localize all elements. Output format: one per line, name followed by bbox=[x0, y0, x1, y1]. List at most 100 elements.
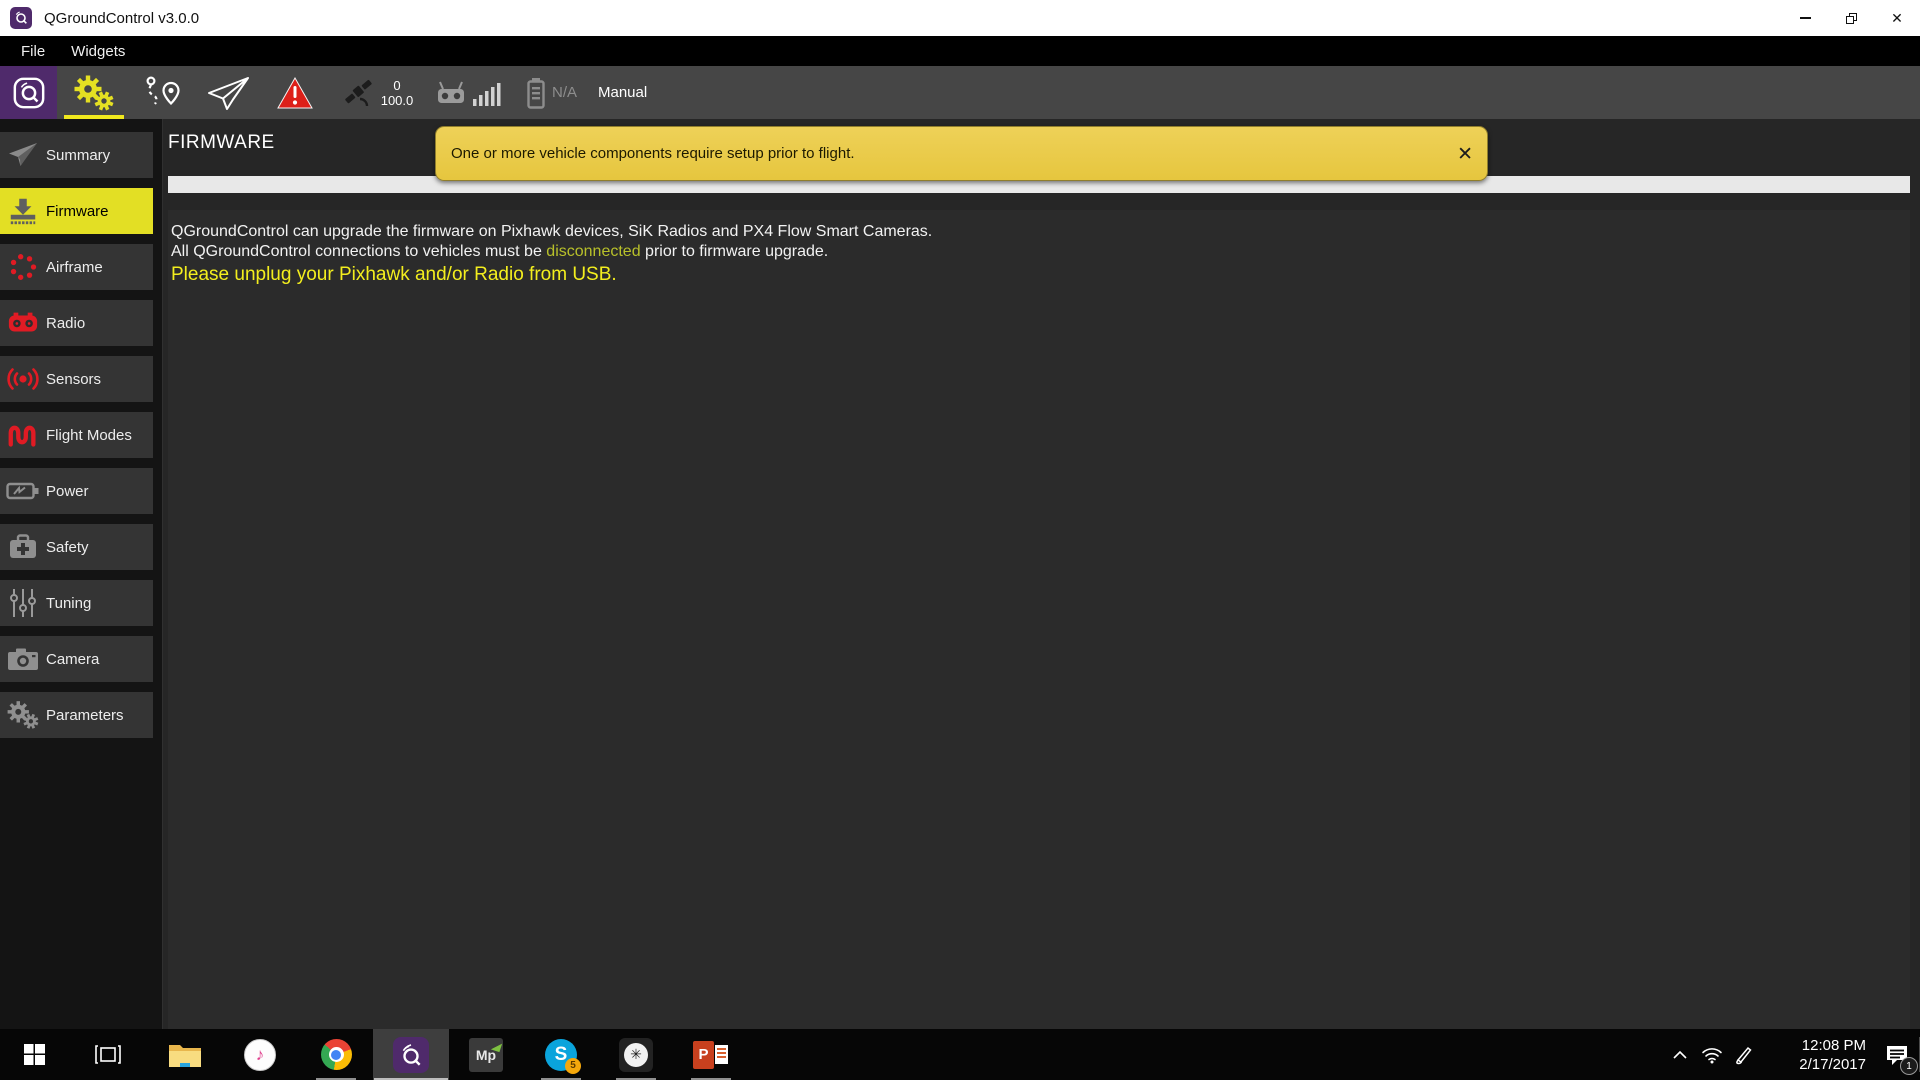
parameters-gears-icon bbox=[0, 700, 46, 730]
flight-modes-wave-icon bbox=[0, 421, 46, 449]
qgc-app-icon bbox=[10, 7, 32, 29]
firmware-download-icon bbox=[0, 196, 46, 226]
action-center-button[interactable]: 1 bbox=[1874, 1029, 1920, 1080]
task-view-button[interactable] bbox=[84, 1029, 132, 1080]
sidebar-item-flight-modes[interactable]: Flight Modes bbox=[0, 412, 153, 458]
sidebar-item-label: Firmware bbox=[46, 202, 109, 220]
window-title: QGroundControl v3.0.0 bbox=[44, 9, 200, 27]
waypoint-plan-icon bbox=[146, 75, 180, 105]
sidebar-item-firmware[interactable]: Firmware bbox=[0, 188, 153, 234]
sidebar-item-label: Tuning bbox=[46, 594, 92, 612]
chrome-icon bbox=[320, 1039, 352, 1070]
minimize-button[interactable] bbox=[1782, 0, 1828, 36]
plan-view-button[interactable] bbox=[136, 66, 190, 119]
sidebar-item-power[interactable]: Power bbox=[0, 468, 153, 514]
gps-values: 0 100.0 bbox=[381, 78, 414, 108]
paper-plane-icon bbox=[0, 142, 46, 168]
paper-plane-icon bbox=[208, 76, 249, 110]
chevron-up-icon bbox=[1673, 1050, 1687, 1059]
powerpoint-button[interactable]: P bbox=[687, 1029, 735, 1080]
restore-icon bbox=[1845, 12, 1857, 24]
sidebar-item-sensors[interactable]: Sensors bbox=[0, 356, 153, 402]
asterisk-app-button[interactable]: ✳ bbox=[612, 1029, 660, 1080]
system-tray: 12:08 PM 2/17/2017 1 bbox=[1664, 1029, 1920, 1080]
menu-file[interactable]: File bbox=[10, 36, 56, 66]
task-view-icon bbox=[95, 1044, 121, 1064]
skype-icon: S 5 bbox=[545, 1038, 581, 1074]
safety-case-icon bbox=[0, 533, 46, 561]
battery-status: N/A bbox=[551, 84, 577, 101]
sidebar-item-safety[interactable]: Safety bbox=[0, 524, 153, 570]
setup-view: Summary Firmware Airframe Radio Sensors … bbox=[0, 119, 1920, 1029]
sidebar-item-airframe[interactable]: Airframe bbox=[0, 244, 153, 290]
pen-tray-button[interactable] bbox=[1728, 1029, 1760, 1080]
radio-icon bbox=[0, 310, 46, 336]
main-toolbar: 0 100.0 N/A Manual bbox=[0, 66, 1920, 119]
battery-icon bbox=[527, 77, 545, 109]
setup-sidebar: Summary Firmware Airframe Radio Sensors … bbox=[0, 119, 163, 1029]
mission-planner-icon: Mp bbox=[469, 1037, 503, 1072]
mission-planner-button[interactable]: Mp bbox=[462, 1029, 510, 1080]
fly-view-button[interactable] bbox=[202, 66, 254, 119]
skype-unread-badge: 5 bbox=[565, 1057, 581, 1074]
qgroundcontrol-taskbar-button[interactable] bbox=[373, 1029, 449, 1080]
sidebar-item-parameters[interactable]: Parameters bbox=[0, 692, 153, 738]
wifi-tray-button[interactable] bbox=[1696, 1029, 1728, 1080]
power-battery-icon bbox=[0, 480, 46, 502]
warning-triangle-icon bbox=[277, 76, 313, 108]
signal-bars-icon bbox=[473, 82, 501, 106]
start-button[interactable] bbox=[10, 1029, 58, 1080]
sidebar-item-label: Camera bbox=[46, 650, 100, 668]
camera-icon bbox=[0, 647, 46, 671]
qgc-logo-icon bbox=[13, 77, 44, 108]
rc-rssi-indicator-button[interactable] bbox=[428, 66, 508, 119]
restore-button[interactable] bbox=[1828, 0, 1874, 36]
gears-icon bbox=[74, 75, 114, 110]
skype-button[interactable]: S 5 bbox=[537, 1029, 585, 1080]
flight-mode-selector[interactable]: Manual bbox=[598, 66, 678, 119]
sidebar-item-camera[interactable]: Camera bbox=[0, 636, 153, 682]
minimize-icon bbox=[1799, 17, 1811, 19]
chrome-button[interactable] bbox=[312, 1029, 360, 1080]
sidebar-item-summary[interactable]: Summary bbox=[0, 132, 153, 178]
powerpoint-icon: P bbox=[693, 1040, 729, 1070]
sidebar-item-label: Airframe bbox=[46, 258, 103, 276]
pen-icon bbox=[1736, 1046, 1752, 1064]
taskbar-clock[interactable]: 12:08 PM 2/17/2017 bbox=[1770, 1036, 1866, 1074]
sensors-signal-icon bbox=[0, 366, 46, 392]
close-button[interactable]: ✕ bbox=[1874, 0, 1920, 36]
sidebar-item-tuning[interactable]: Tuning bbox=[0, 580, 153, 626]
windows-logo-icon bbox=[23, 1044, 45, 1065]
tuning-sliders-icon bbox=[0, 588, 46, 618]
battery-indicator-button[interactable]: N/A bbox=[516, 66, 586, 119]
clock-time: 12:08 PM bbox=[1801, 1036, 1866, 1054]
gps-indicator-button[interactable]: 0 100.0 bbox=[334, 66, 420, 119]
menu-widgets[interactable]: Widgets bbox=[60, 36, 136, 66]
sidebar-item-label: Flight Modes bbox=[46, 426, 132, 444]
sidebar-item-label: Sensors bbox=[46, 370, 102, 388]
firmware-pane: FIRMWARE QGroundControl can upgrade the … bbox=[163, 119, 1920, 1029]
asterisk-app-icon: ✳ bbox=[619, 1037, 653, 1072]
rc-transmitter-icon bbox=[438, 81, 464, 103]
itunes-button[interactable]: ♪ bbox=[236, 1029, 284, 1080]
file-explorer-icon bbox=[169, 1044, 201, 1067]
menu-bar: File Widgets bbox=[0, 36, 1920, 66]
satellite-icon bbox=[344, 79, 372, 106]
warning-indicator-button[interactable] bbox=[270, 66, 320, 119]
clock-date: 2/17/2017 bbox=[1799, 1055, 1866, 1073]
sidebar-item-radio[interactable]: Radio bbox=[0, 300, 153, 346]
windows-taskbar: ♪ Mp S 5 ✳ P 12:08 PM 2/17/2017 1 bbox=[0, 1029, 1920, 1080]
page-title: FIRMWARE bbox=[168, 132, 275, 153]
alert-close-button[interactable]: ✕ bbox=[1457, 127, 1473, 182]
vehicle-setup-button[interactable] bbox=[64, 66, 124, 119]
itunes-icon: ♪ bbox=[244, 1038, 276, 1071]
title-bar: QGroundControl v3.0.0 ✕ bbox=[0, 0, 1920, 36]
wifi-icon bbox=[1702, 1047, 1722, 1063]
file-explorer-button[interactable] bbox=[161, 1029, 209, 1080]
firmware-unplug-warning: Please unplug your Pixhawk and/or Radio … bbox=[171, 264, 617, 285]
sidebar-item-label: Power bbox=[46, 482, 89, 500]
qgc-logo-button[interactable] bbox=[0, 66, 57, 119]
alert-banner-text: One or more vehicle components require s… bbox=[451, 145, 855, 162]
tray-overflow-button[interactable] bbox=[1664, 1029, 1696, 1080]
sidebar-item-label: Summary bbox=[46, 146, 111, 164]
